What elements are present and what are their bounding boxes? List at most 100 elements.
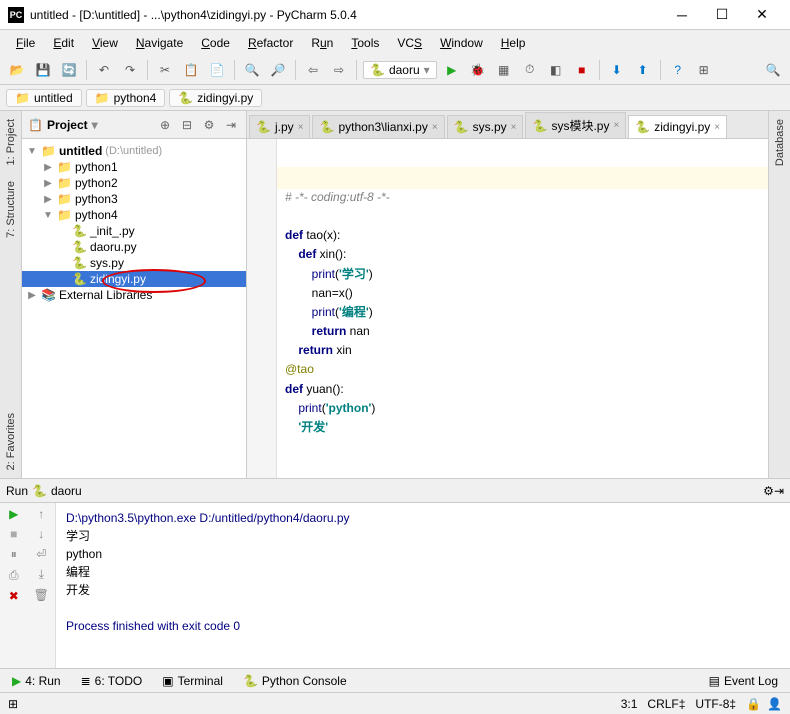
open-icon[interactable]: 📂 [6, 59, 28, 81]
tab-structure[interactable]: 7: Structure [3, 173, 19, 246]
menu-vcs[interactable]: VCS [389, 34, 430, 52]
code-editor[interactable]: # -*- coding:utf-8 -*- def tao(x): def x… [247, 139, 768, 478]
tab-project[interactable]: 1: Project [3, 111, 19, 173]
hide-icon[interactable]: ⇥ [222, 118, 240, 132]
tab-sysmod[interactable]: 🐍sys模块.py× [525, 112, 626, 138]
stop-icon[interactable]: ■ [10, 527, 17, 541]
tree-external-libs[interactable]: ▶ 📚 External Libraries [22, 287, 246, 303]
crumb-untitled[interactable]: 📁 untitled [6, 89, 82, 107]
close-tab-icon[interactable]: × [298, 122, 304, 133]
inspections-icon[interactable]: 👤 [767, 697, 782, 711]
dump-icon[interactable]: ⎙ [9, 568, 19, 583]
paste-icon[interactable]: 📄 [206, 59, 228, 81]
chevron-down-icon[interactable]: ▾ [92, 118, 98, 132]
pause-icon[interactable]: ⏸ [11, 547, 17, 562]
crumb-file[interactable]: 🐍 zidingyi.py [169, 89, 262, 107]
sync-icon[interactable]: 🔄 [58, 59, 80, 81]
settings-gear-icon[interactable]: ⚙ [763, 484, 774, 498]
tree-python3[interactable]: ▶ 📁 python3 [22, 191, 246, 207]
trash-icon[interactable]: 🗑 [34, 588, 49, 602]
debug-icon[interactable]: 🐞 [467, 59, 489, 81]
tree-root[interactable]: ▼ 📁 untitled (D:\untitled) [22, 143, 246, 159]
close-tab-icon[interactable]: × [511, 122, 517, 133]
file-encoding[interactable]: UTF-8‡ [695, 697, 736, 711]
cursor-position[interactable]: 3:1 [621, 697, 638, 711]
search-everywhere-icon[interactable]: 🔍 [762, 59, 784, 81]
run-console-output[interactable]: D:\python3.5\python.exe D:/untitled/pyth… [56, 503, 790, 668]
back-icon[interactable]: ⇦ [302, 59, 324, 81]
tree-file-daoru[interactable]: 🐍 daoru.py [22, 239, 246, 255]
tab-zidingyi[interactable]: 🐍zidingyi.py× [628, 115, 727, 138]
concurrency-icon[interactable]: ◧ [545, 59, 567, 81]
copy-icon[interactable]: 📋 [180, 59, 202, 81]
vcs-commit-icon[interactable]: ⬆ [632, 59, 654, 81]
tab-python-console[interactable]: 🐍Python Console [237, 674, 353, 688]
menu-help[interactable]: Help [493, 34, 534, 52]
undo-icon[interactable]: ↶ [93, 59, 115, 81]
expand-icon[interactable]: ▶ [42, 194, 54, 205]
menu-code[interactable]: Code [193, 34, 238, 52]
up-icon[interactable]: ↑ [38, 507, 44, 521]
tab-j[interactable]: 🐍j.py× [249, 115, 310, 138]
menu-run[interactable]: Run [303, 34, 341, 52]
run-icon[interactable]: ▶ [441, 59, 463, 81]
settings-gear-icon[interactable]: ⚙ [200, 118, 218, 132]
tab-lianxi[interactable]: 🐍python3\lianxi.py× [312, 115, 444, 138]
project-tree[interactable]: ▼ 📁 untitled (D:\untitled) ▶ 📁 python1 ▶… [22, 139, 246, 478]
menu-edit[interactable]: Edit [45, 34, 82, 52]
menu-window[interactable]: Window [432, 34, 491, 52]
tab-todo[interactable]: ≣6: TODO [75, 674, 149, 688]
tab-favorites[interactable]: 2: Favorites [3, 405, 19, 478]
find-icon[interactable]: 🔍 [241, 59, 263, 81]
crumb-python4[interactable]: 📁 python4 [86, 89, 166, 107]
tab-sys[interactable]: 🐍sys.py× [447, 115, 524, 138]
wrap-icon[interactable]: ⏎ [36, 547, 46, 561]
expand-icon[interactable]: ▶ [42, 178, 54, 189]
expand-icon[interactable]: ▶ [26, 290, 38, 301]
close-run-icon[interactable]: ✖ [9, 589, 19, 603]
windows-icon[interactable]: ⊞ [8, 697, 18, 711]
vcs-update-icon[interactable]: ⬇ [606, 59, 628, 81]
menu-file[interactable]: File [8, 34, 43, 52]
help-icon[interactable]: ? [667, 59, 689, 81]
lock-icon[interactable]: 🔒 [746, 697, 761, 711]
line-separator[interactable]: CRLF‡ [647, 697, 685, 711]
save-icon[interactable]: 💾 [32, 59, 54, 81]
replace-icon[interactable]: 🔎 [267, 59, 289, 81]
minimize-button[interactable]: ─ [662, 7, 702, 23]
structure-icon[interactable]: ⊞ [693, 59, 715, 81]
collapse-icon[interactable]: ▼ [26, 146, 38, 157]
menu-refactor[interactable]: Refactor [240, 34, 301, 52]
cut-icon[interactable]: ✂ [154, 59, 176, 81]
redo-icon[interactable]: ↷ [119, 59, 141, 81]
menu-view[interactable]: View [84, 34, 126, 52]
coverage-icon[interactable]: ▦ [493, 59, 515, 81]
hide-icon[interactable]: ⇥ [774, 484, 784, 498]
scroll-icon[interactable]: ⤓ [39, 567, 44, 582]
close-tab-icon[interactable]: × [714, 122, 720, 133]
close-tab-icon[interactable]: × [432, 122, 438, 133]
tree-python4[interactable]: ▼ 📁 python4 [22, 207, 246, 223]
tab-run[interactable]: ▶4: Run [6, 674, 67, 688]
down-icon[interactable]: ↓ [38, 527, 44, 541]
tab-event-log[interactable]: ▤Event Log [703, 674, 784, 688]
stop-icon[interactable]: ■ [571, 59, 593, 81]
rerun-icon[interactable]: ▶ [9, 507, 18, 521]
expand-icon[interactable]: ▶ [42, 162, 54, 173]
collapse-icon[interactable]: ▼ [42, 210, 54, 221]
forward-icon[interactable]: ⇨ [328, 59, 350, 81]
profile-icon[interactable]: ⏱ [519, 59, 541, 81]
tree-file-zidingyi[interactable]: 🐍 zidingyi.py [22, 271, 246, 287]
tree-python2[interactable]: ▶ 📁 python2 [22, 175, 246, 191]
menu-navigate[interactable]: Navigate [128, 34, 191, 52]
scroll-to-source-icon[interactable]: ⊕ [156, 118, 174, 132]
tree-python1[interactable]: ▶ 📁 python1 [22, 159, 246, 175]
collapse-all-icon[interactable]: ⊟ [178, 118, 196, 132]
menu-tools[interactable]: Tools [343, 34, 387, 52]
maximize-button[interactable]: ☐ [702, 6, 742, 23]
tree-file-init[interactable]: 🐍 _init_.py [22, 223, 246, 239]
tree-file-sys[interactable]: 🐍 sys.py [22, 255, 246, 271]
tab-database[interactable]: Database [772, 111, 788, 174]
close-tab-icon[interactable]: × [613, 120, 619, 131]
run-config-selector[interactable]: 🐍 daoru ▾ [363, 61, 437, 79]
